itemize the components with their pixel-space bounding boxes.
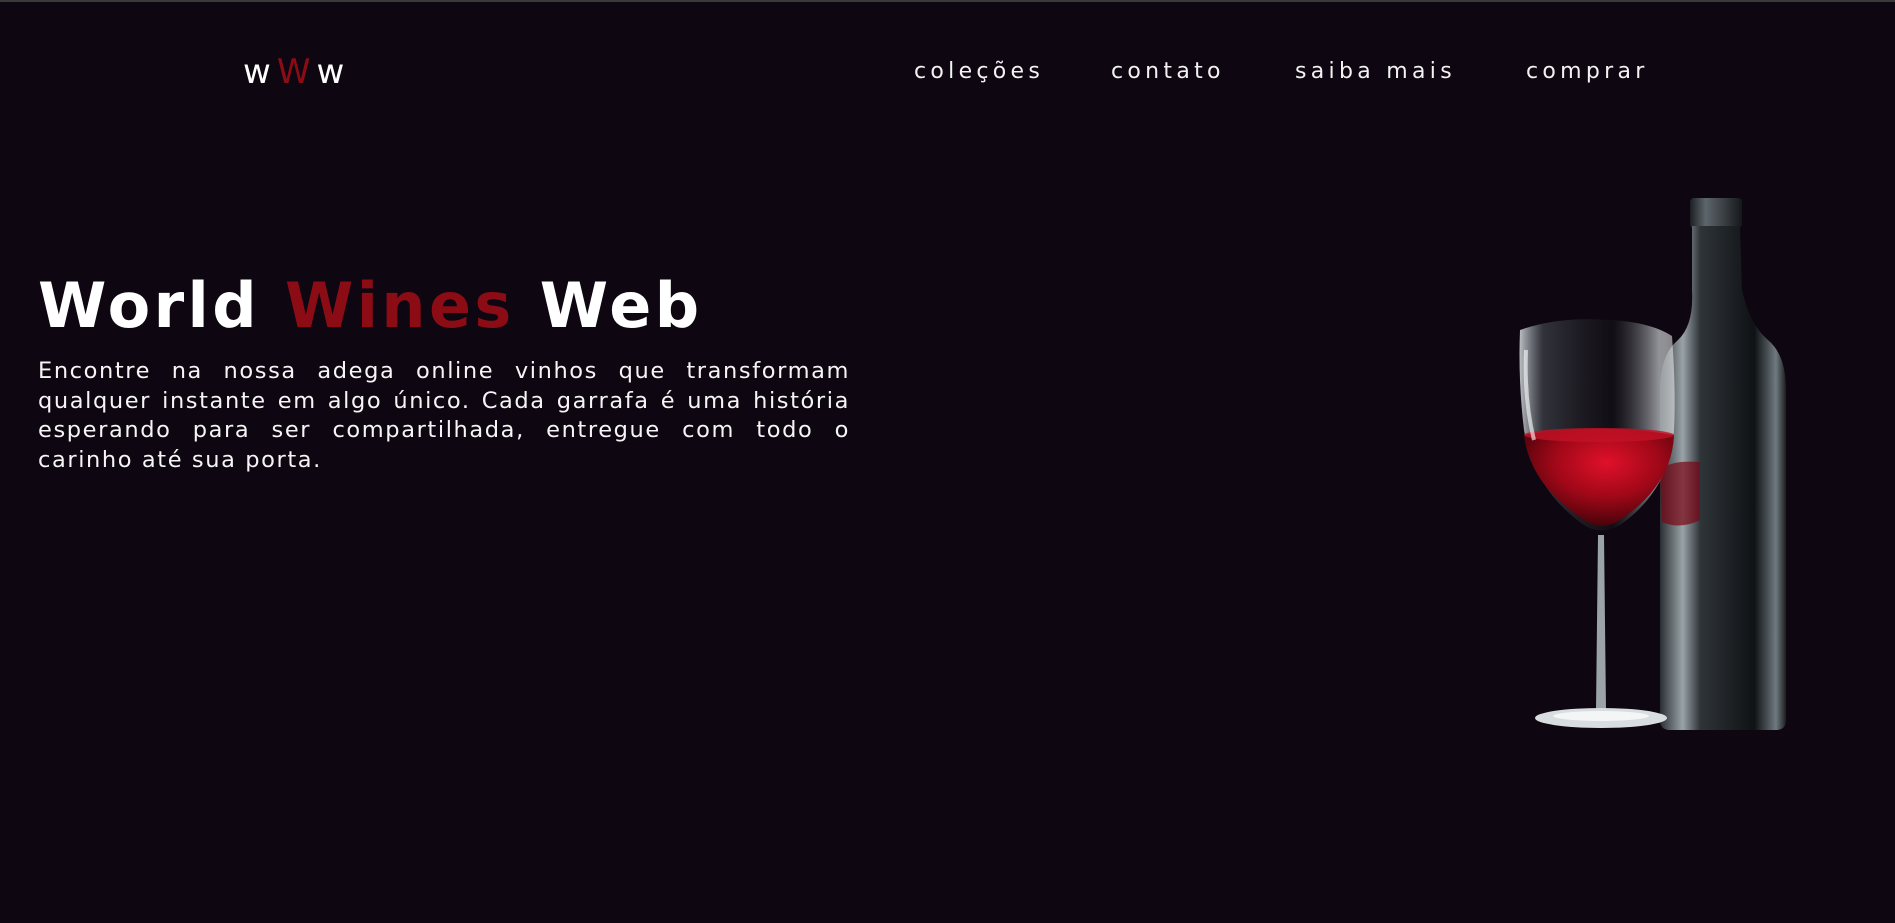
hero-title-word-2: Wines (284, 269, 515, 342)
hero-description: Encontre na nossa adega online vinhos qu… (38, 358, 850, 473)
nav-item-colecoes[interactable]: coleções (914, 58, 1044, 86)
hero-title-word-3: Web (539, 269, 703, 342)
top-border (0, 0, 1895, 2)
nav-item-saiba-mais[interactable]: saiba mais (1295, 58, 1456, 86)
main-nav: coleções contato saiba mais comprar (0, 58, 1895, 88)
nav-item-contato[interactable]: contato (1111, 58, 1225, 86)
hero-title: World Wines Web (38, 268, 703, 344)
hero-title-word-1: World (38, 269, 260, 342)
page: wWw coleções contato saiba mais comprar … (0, 0, 1895, 923)
wine-glass-and-bottle-image (1519, 198, 1786, 730)
nav-item-comprar[interactable]: comprar (1526, 58, 1649, 86)
